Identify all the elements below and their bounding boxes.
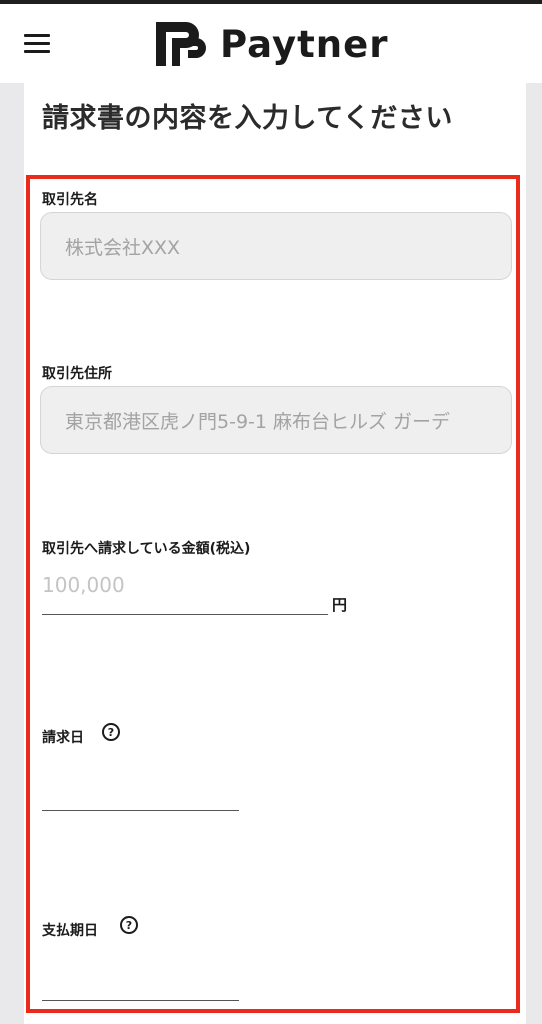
- amount-label: 取引先へ請求している金額(税込): [42, 541, 251, 557]
- app-header: Paytner: [0, 4, 542, 83]
- client-name-input[interactable]: 株式会社XXX: [40, 212, 512, 280]
- amount-unit: 円: [332, 596, 348, 614]
- amount-input[interactable]: 100,000: [42, 571, 328, 615]
- question-circle-icon[interactable]: ?: [102, 723, 120, 741]
- invoice-form-highlight: 取引先名 株式会社XXX 取引先住所 東京都港区虎ノ門5-9-1 麻布台ヒルズ …: [26, 175, 520, 1013]
- hamburger-menu-icon[interactable]: [24, 34, 52, 54]
- brand-name: Paytner: [220, 22, 389, 66]
- amount-placeholder: 100,000: [42, 573, 125, 597]
- menu-bar: [24, 50, 50, 53]
- brand-logo[interactable]: Paytner: [156, 22, 388, 66]
- page-title: 請求書の内容を入力してください: [42, 103, 453, 134]
- menu-bar: [24, 34, 50, 37]
- client-address-input[interactable]: 東京都港区虎ノ門5-9-1 麻布台ヒルズ ガーデ: [40, 386, 512, 454]
- menu-bar: [24, 42, 50, 45]
- question-circle-icon[interactable]: ?: [120, 916, 138, 934]
- client-address-placeholder: 東京都港区虎ノ門5-9-1 麻布台ヒルズ ガーデ: [65, 410, 451, 433]
- client-address-label: 取引先住所: [42, 366, 112, 382]
- invoice-date-input[interactable]: [42, 769, 239, 811]
- paytner-logo-icon: [156, 22, 206, 66]
- invoice-form-page: 請求書の内容を入力してください 取引先名 株式会社XXX 取引先住所 東京都港区…: [24, 83, 526, 1024]
- due-date-input[interactable]: [42, 959, 239, 1001]
- invoice-date-label: 請求日: [42, 730, 84, 746]
- due-date-label: 支払期日: [42, 923, 98, 939]
- client-name-label: 取引先名: [42, 192, 98, 208]
- client-name-placeholder: 株式会社XXX: [65, 236, 181, 259]
